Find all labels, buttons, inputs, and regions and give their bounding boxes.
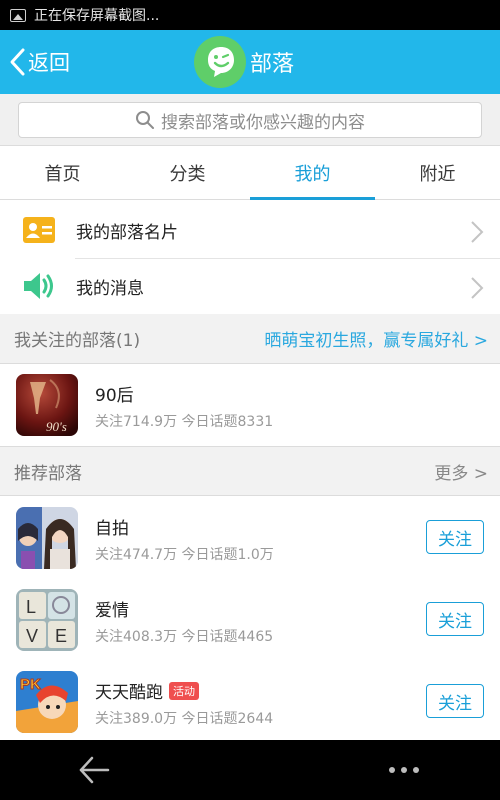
tribe-name: 爱情 <box>95 601 129 621</box>
status-bar: 正在保存屏幕截图... <box>0 0 500 30</box>
tribe-name: 天天酷跑 <box>95 683 163 703</box>
tribe-thumbnail-90s: 90's <box>16 374 78 436</box>
menu-item-card[interactable]: 我的部落名片 <box>0 202 500 258</box>
recommended-section-header: 推荐部落 更多 > <box>0 446 500 496</box>
event-badge: 活动 <box>169 681 199 700</box>
svg-text:PK: PK <box>20 676 41 693</box>
menu-card-label: 我的部落名片 <box>76 222 178 243</box>
follow-button[interactable]: 关注 <box>426 684 484 718</box>
svg-text:E: E <box>55 626 67 646</box>
speaker-icon <box>22 269 56 303</box>
tribe-stats: 关注714.9万 今日话题8331 <box>95 414 274 430</box>
tribe-name-wrap: 天天酷跑 活动 <box>95 678 199 703</box>
tribe-thumbnail-love: L V E <box>16 589 78 651</box>
followed-title: 我关注的部落(1) <box>14 331 141 351</box>
promo-link[interactable]: 晒萌宝初生照，赢专属好礼 > <box>264 326 488 351</box>
system-nav-bar <box>0 740 500 800</box>
tribe-thumbnail-parkour: PK <box>16 671 78 733</box>
chevron-left-icon <box>10 48 25 76</box>
recommended-title: 推荐部落 <box>14 463 82 484</box>
my-menu: 我的部落名片 我的消息 <box>0 202 500 315</box>
menu-item-messages[interactable]: 我的消息 <box>0 258 500 314</box>
id-card-icon <box>22 213 56 247</box>
chevron-right-icon <box>471 221 484 243</box>
svg-text:L: L <box>26 597 36 617</box>
search-placeholder: 搜索部落或你感兴趣的内容 <box>161 112 365 133</box>
back-button[interactable]: 返回 <box>8 30 70 94</box>
tribe-stats: 关注389.0万 今日话题2644 <box>95 711 274 727</box>
recommended-tribe-row[interactable]: PK 天天酷跑 活动 关注389.0万 今日话题2644 关注 <box>0 661 500 743</box>
more-link[interactable]: 更多 > <box>434 459 488 484</box>
tribe-logo-icon <box>194 36 246 88</box>
tribe-name: 自拍 <box>95 519 129 539</box>
search-input[interactable]: 搜索部落或你感兴趣的内容 <box>18 102 482 138</box>
svg-text:90's: 90's <box>46 419 67 434</box>
title-area: 部落 <box>194 34 294 90</box>
back-arrow-icon[interactable] <box>78 756 110 784</box>
screenshot-icon <box>10 8 26 22</box>
status-text: 正在保存屏幕截图... <box>34 8 160 24</box>
tab-home[interactable]: 首页 <box>0 146 125 199</box>
tab-nearby[interactable]: 附近 <box>375 146 500 199</box>
title-bar: 返回 部落 <box>0 30 500 94</box>
follow-button[interactable]: 关注 <box>426 520 484 554</box>
follow-button[interactable]: 关注 <box>426 602 484 636</box>
tribe-name: 90后 <box>95 386 134 406</box>
menu-messages-label: 我的消息 <box>76 278 144 299</box>
tab-mine[interactable]: 我的 <box>250 146 375 200</box>
tab-category[interactable]: 分类 <box>125 146 250 199</box>
chevron-right-icon <box>471 277 484 299</box>
tab-bar: 首页 分类 我的 附近 <box>0 146 500 200</box>
tribe-stats: 关注408.3万 今日话题4465 <box>95 629 274 645</box>
tribe-thumbnail-selfie <box>16 507 78 569</box>
back-label: 返回 <box>28 51 70 75</box>
followed-tribe-row[interactable]: 90's 90后 关注714.9万 今日话题8331 <box>0 364 500 446</box>
recommended-tribe-row[interactable]: 自拍 关注474.7万 今日话题1.0万 关注 <box>0 497 500 579</box>
page-title: 部落 <box>250 52 295 77</box>
followed-section-header: 我关注的部落(1) 晒萌宝初生照，赢专属好礼 > <box>0 314 500 364</box>
recommended-tribe-row[interactable]: L V E 爱情 关注408.3万 今日话题4465 关注 <box>0 579 500 661</box>
more-dots-icon[interactable] <box>388 766 420 774</box>
tribe-stats: 关注474.7万 今日话题1.0万 <box>95 547 274 563</box>
svg-text:V: V <box>26 626 38 646</box>
search-icon <box>136 111 154 129</box>
search-area: 搜索部落或你感兴趣的内容 <box>0 94 500 146</box>
